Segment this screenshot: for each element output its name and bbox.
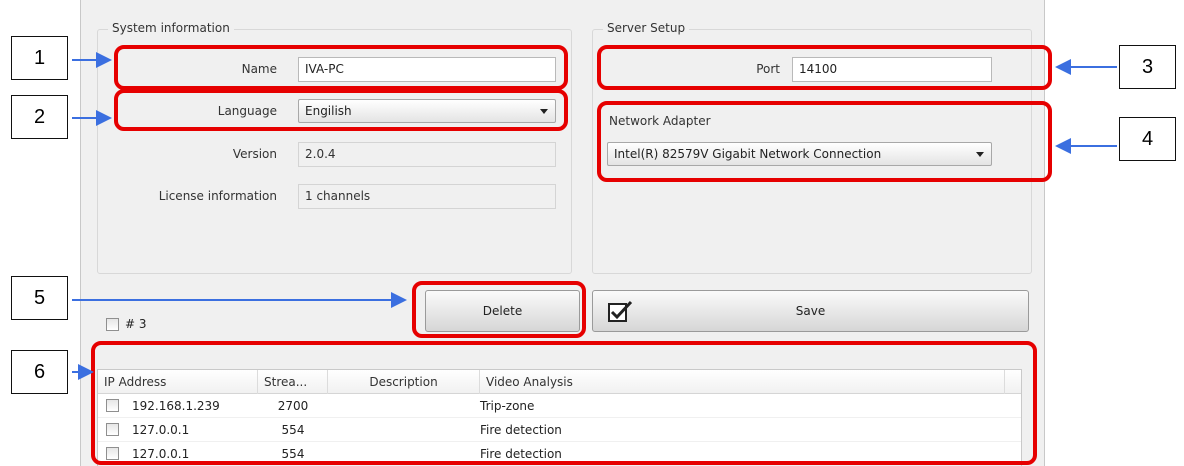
callout-1: 1 [11, 36, 68, 80]
callout-5: 5 [11, 276, 68, 320]
callout-4: 4 [1119, 117, 1176, 161]
callout-6: 6 [11, 350, 68, 394]
callout-3: 3 [1119, 45, 1176, 89]
callout-arrows [72, 52, 1117, 380]
callout-2: 2 [11, 95, 68, 139]
